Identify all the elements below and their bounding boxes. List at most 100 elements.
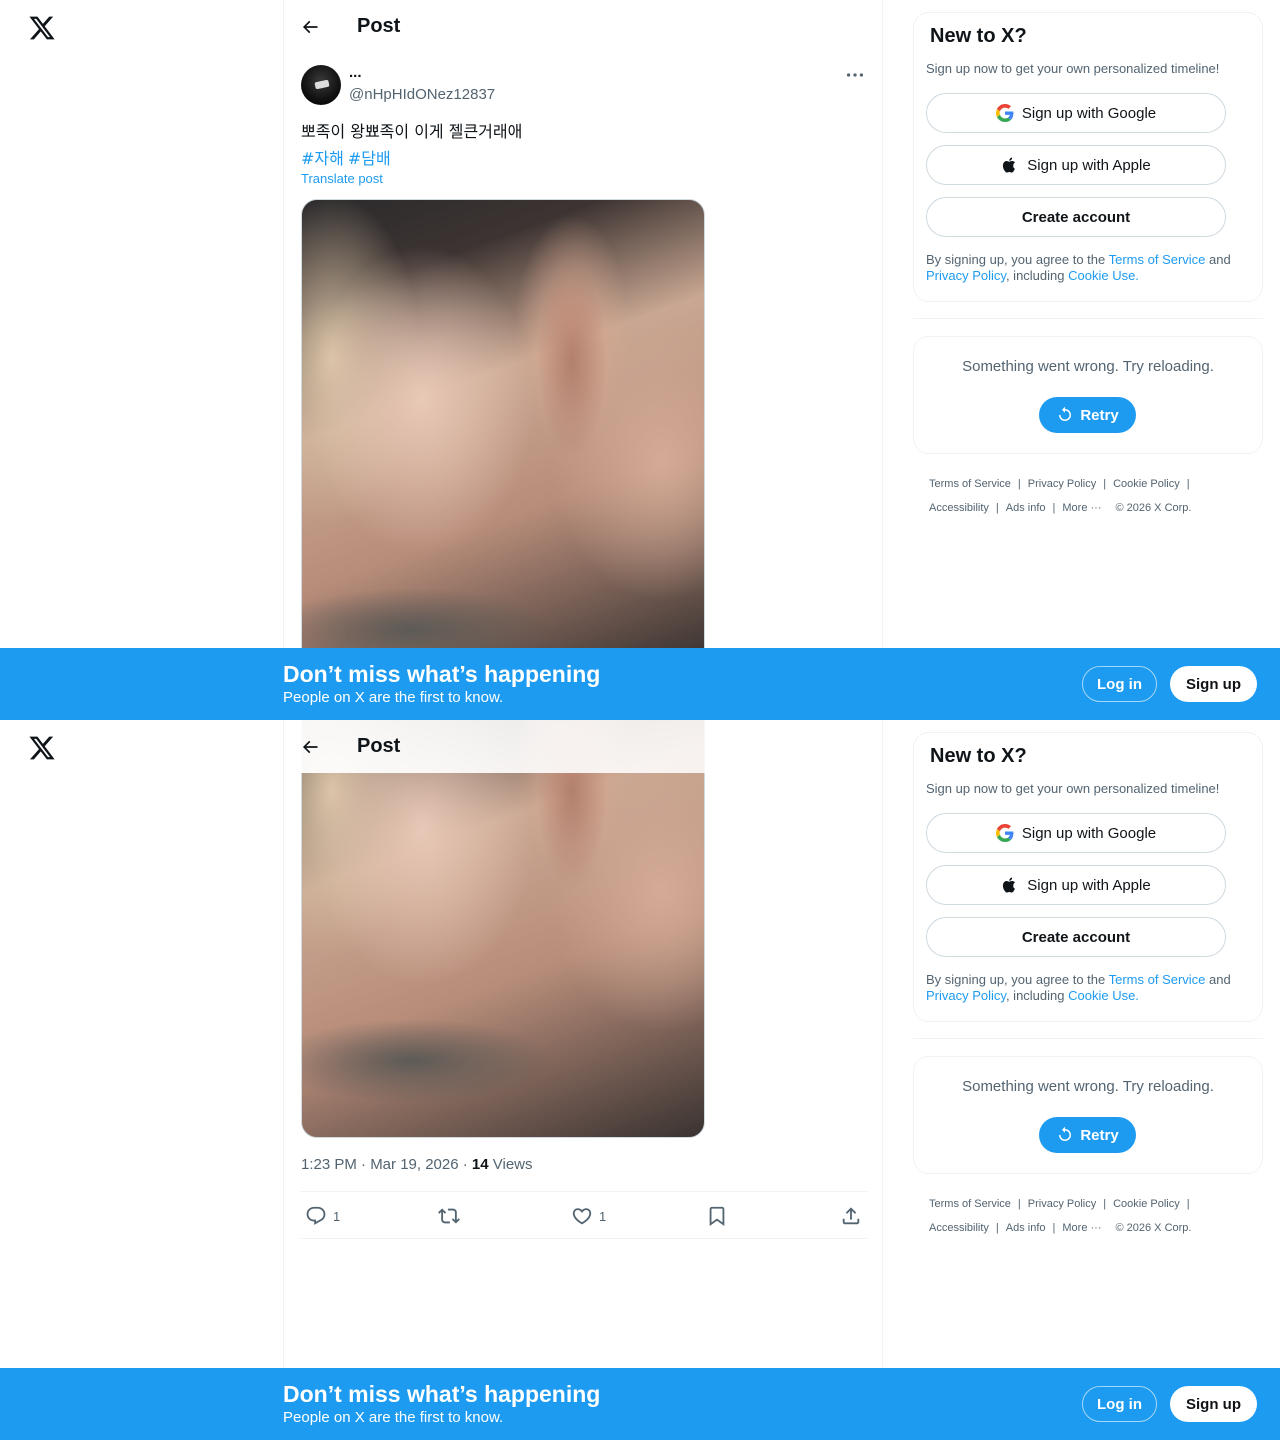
footer-more-link[interactable]: More ··· <box>1062 502 1101 514</box>
post-metadata: 1:23 PM · Mar 19, 2026 · 14 Views <box>301 1156 533 1173</box>
post-header: Post <box>284 720 883 773</box>
like-button[interactable]: 1 <box>571 1205 606 1227</box>
signup-legal-text: By signing up, you agree to the Terms of… <box>926 972 1248 1004</box>
back-arrow-icon[interactable] <box>300 737 320 757</box>
x-logo-icon[interactable] <box>28 734 56 762</box>
footer-accessibility-link[interactable]: Accessibility <box>929 502 989 514</box>
cookie-link[interactable]: Cookie Use. <box>1068 988 1139 1003</box>
legal-text: By signing up, you agree to the <box>926 252 1109 267</box>
footer-links: Terms of Service | Privacy Policy | Cookie P… <box>929 478 1192 514</box>
login-banner: Don’t miss what’s happening People on X … <box>0 648 1280 720</box>
cookie-link[interactable]: Cookie Use. <box>1068 268 1139 283</box>
footer-ads-link[interactable]: Ads info <box>1006 502 1046 514</box>
post-photo[interactable] <box>301 199 705 659</box>
author-display-name[interactable]: ... <box>349 64 362 81</box>
more-options-icon[interactable] <box>844 66 866 84</box>
signup-button[interactable]: Sign up <box>1170 1386 1257 1422</box>
create-account-button[interactable]: Create account <box>926 917 1226 957</box>
views-count: 14 <box>471 1156 489 1173</box>
post-timestamp[interactable]: 1:23 PM · Mar 19, 2026 · <box>301 1156 472 1173</box>
signup-button[interactable]: Sign up <box>1170 666 1257 702</box>
post-header: Post <box>284 0 883 53</box>
post-actions: 1 1 <box>301 1191 867 1239</box>
legal-text: , including <box>1005 988 1069 1003</box>
translate-post-link[interactable]: Translate post <box>301 171 383 186</box>
page-title: Post <box>357 735 401 757</box>
page-title: Post <box>357 15 401 37</box>
footer-privacy-link[interactable]: Privacy Policy <box>1028 1198 1096 1210</box>
bookmark-button[interactable] <box>706 1205 728 1227</box>
signup-card: New to X? Sign up now to get your own pe… <box>913 12 1263 302</box>
primary-column: Post ... @nHpHIdONez12837 뽀족이 왕뾰족이 이게 젤큰… <box>283 0 883 720</box>
like-count: 1 <box>599 1208 607 1224</box>
signup-legal-text: By signing up, you agree to the Terms of… <box>926 252 1248 284</box>
footer-more-link[interactable]: More ··· <box>1062 1222 1101 1234</box>
terms-link[interactable]: Terms of Service <box>1109 972 1206 987</box>
footer-copyright: © 2026 X Corp. <box>1115 502 1192 514</box>
legal-text: , including <box>1005 268 1069 283</box>
divider <box>913 318 1263 319</box>
trends-error-card: Something went wrong. Try reloading. Ret… <box>913 1056 1263 1174</box>
reply-icon <box>306 1206 326 1225</box>
banner-title: Don’t miss what’s happening <box>283 661 601 687</box>
signup-apple-button[interactable]: Sign up with Apple <box>926 145 1226 185</box>
privacy-link[interactable]: Privacy Policy <box>926 988 1006 1003</box>
banner-subtitle: People on X are the first to know. <box>283 689 504 706</box>
author-handle[interactable]: @nHpHIdONez12837 <box>349 86 495 103</box>
refresh-icon <box>1059 1126 1072 1141</box>
back-arrow-icon[interactable] <box>300 17 320 37</box>
legal-text: By signing up, you agree to the <box>926 972 1109 987</box>
login-button[interactable]: Log in <box>1082 666 1157 702</box>
reply-button[interactable]: 1 <box>305 1205 340 1227</box>
signup-google-button[interactable]: Sign up with Google <box>926 93 1226 133</box>
signup-card: New to X? Sign up now to get your own pe… <box>913 732 1263 1022</box>
error-message: Something went wrong. Try reloading. <box>962 358 1214 375</box>
retry-button[interactable]: Retry <box>1039 1117 1136 1153</box>
signup-google-label: Sign up with Google <box>1021 104 1157 122</box>
reply-count: 1 <box>333 1208 341 1224</box>
footer-privacy-link[interactable]: Privacy Policy <box>1028 478 1096 490</box>
signup-google-button[interactable]: Sign up with Google <box>926 813 1226 853</box>
post-hashtags: #자해 #담배 <box>301 145 395 169</box>
create-account-button[interactable]: Create account <box>926 197 1226 237</box>
views-label: Views <box>488 1156 533 1173</box>
footer-ads-link[interactable]: Ads info <box>1006 1222 1046 1234</box>
signup-title: New to X? <box>930 25 1027 47</box>
footer-links: Terms of Service | Privacy Policy | Cookie P… <box>929 1198 1192 1234</box>
x-logo-icon[interactable] <box>28 14 56 42</box>
divider <box>913 1038 1263 1039</box>
footer-tos-link[interactable]: Terms of Service <box>929 478 1011 490</box>
retry-label: Retry <box>1080 406 1119 424</box>
signup-google-label: Sign up with Google <box>1021 824 1157 842</box>
legal-text: and <box>1205 972 1231 987</box>
signup-apple-button[interactable]: Sign up with Apple <box>926 865 1226 905</box>
login-button[interactable]: Log in <box>1082 1386 1157 1422</box>
google-icon <box>995 824 1014 842</box>
privacy-link[interactable]: Privacy Policy <box>926 268 1006 283</box>
error-message: Something went wrong. Try reloading. <box>962 1078 1214 1095</box>
hashtag-link[interactable]: #자해 <box>301 149 344 168</box>
avatar[interactable] <box>301 65 341 105</box>
login-banner: Don’t miss what’s happening People on X … <box>0 1368 1280 1440</box>
apple-icon <box>1003 877 1016 893</box>
footer-accessibility-link[interactable]: Accessibility <box>929 1222 989 1234</box>
signup-apple-label: Sign up with Apple <box>1027 156 1151 174</box>
signup-subtitle: Sign up now to get your own personalized… <box>926 61 1220 76</box>
terms-link[interactable]: Terms of Service <box>1109 252 1206 267</box>
retry-button[interactable]: Retry <box>1039 397 1136 433</box>
footer-cookie-link[interactable]: Cookie Policy <box>1113 1198 1180 1210</box>
footer-cookie-link[interactable]: Cookie Policy <box>1113 478 1180 490</box>
repost-button[interactable] <box>438 1205 460 1227</box>
share-button[interactable] <box>840 1205 862 1227</box>
repost-icon <box>438 1208 460 1224</box>
heart-icon <box>572 1208 592 1225</box>
legal-text: and <box>1205 252 1231 267</box>
signup-apple-label: Sign up with Apple <box>1027 876 1151 894</box>
refresh-icon <box>1059 406 1072 421</box>
hashtag-link[interactable]: #담배 <box>348 149 391 168</box>
footer-tos-link[interactable]: Terms of Service <box>929 1198 1011 1210</box>
viewport-bottom: Post 1:23 PM · Mar 19, 2026 · 14 Views 1… <box>0 720 1280 1440</box>
signup-subtitle: Sign up now to get your own personalized… <box>926 781 1220 796</box>
retry-label: Retry <box>1080 1126 1119 1144</box>
post-photo[interactable] <box>301 720 705 1138</box>
